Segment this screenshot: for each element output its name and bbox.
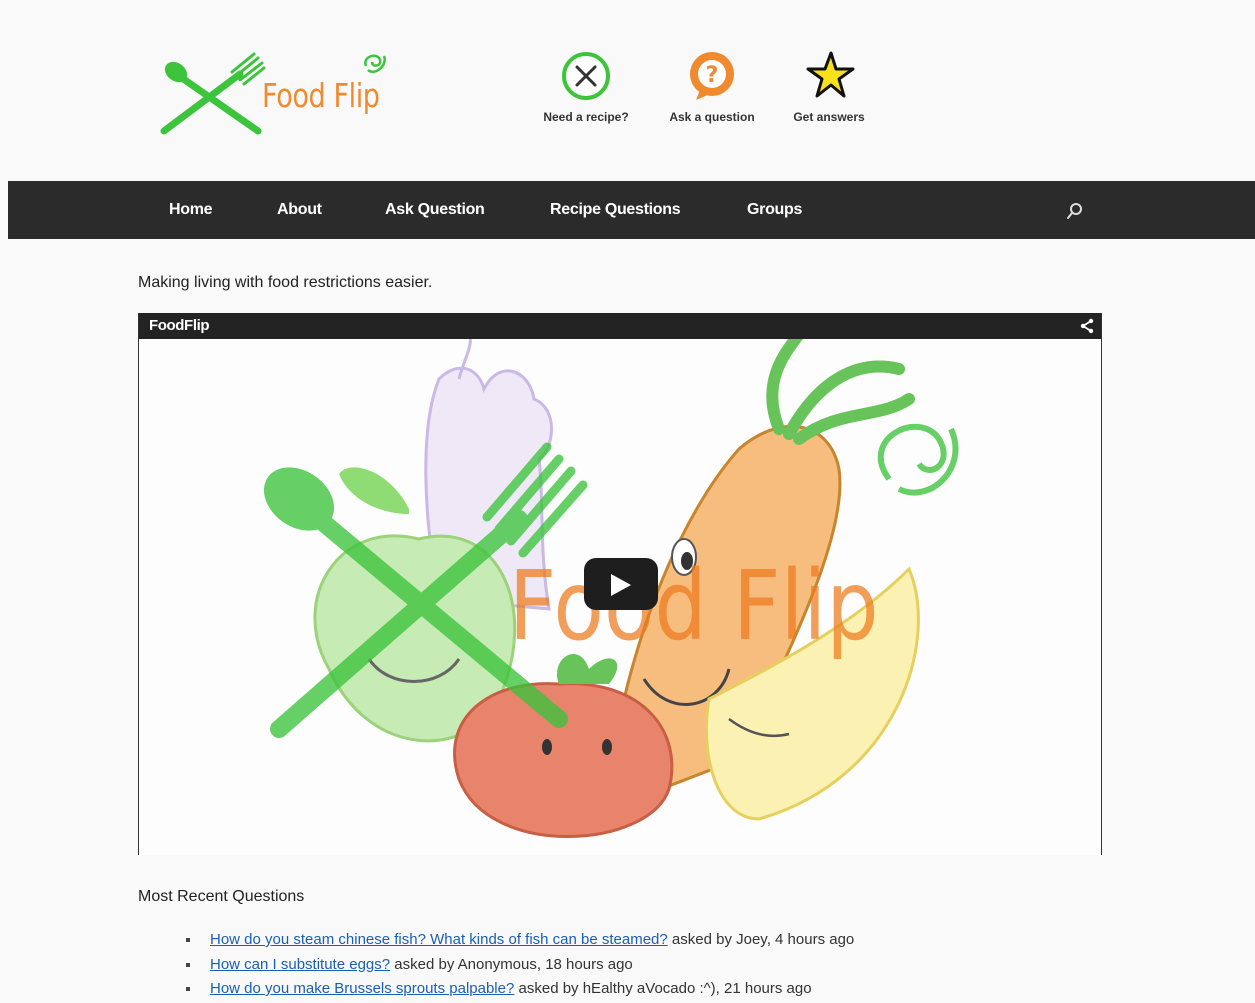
question-meta: asked by Anonymous, 18 hours ago: [394, 955, 633, 973]
video-title-bar: FoodFlip: [139, 313, 1101, 339]
video-watermark-text: Food Flip: [509, 551, 879, 663]
logo-text: Food Flip: [262, 76, 380, 115]
question-link[interactable]: How do you make Brussels sprouts palpabl…: [210, 980, 514, 997]
site-logo[interactable]: Food Flip: [158, 46, 408, 141]
nav-home[interactable]: Home: [169, 181, 213, 239]
swirl-icon: [364, 54, 386, 73]
fork-knife-icon: [560, 50, 612, 102]
feature-label: Ask a question: [669, 110, 755, 124]
nav-ask-question[interactable]: Ask Question: [385, 181, 485, 239]
site-tagline: Making living with food restrictions eas…: [138, 274, 433, 291]
feature-need-recipe[interactable]: Need a recipe?: [531, 50, 641, 124]
recent-questions-list: How do you steam chinese fish? What kind…: [186, 929, 854, 1003]
question-link[interactable]: How can I substitute eggs?: [210, 956, 390, 973]
play-icon: [611, 574, 631, 596]
feature-get-answers[interactable]: Get answers: [774, 50, 884, 124]
feature-ask-question[interactable]: ? Ask a question: [657, 50, 767, 124]
question-list-item: How can I substitute eggs? asked by Anon…: [186, 954, 854, 979]
recent-questions-heading: Most Recent Questions: [138, 888, 305, 905]
main-nav: Home About Ask Question Recipe Questions…: [8, 181, 1255, 239]
nav-recipe-questions[interactable]: Recipe Questions: [550, 181, 681, 239]
question-meta: asked by hEalthy aVocado :^), 21 hours a…: [518, 980, 812, 997]
question-meta: asked by Joey, 4 hours ago: [671, 931, 855, 948]
nav-groups[interactable]: Groups: [747, 181, 802, 239]
video-player[interactable]: FoodFlip Food Flip: [138, 313, 1102, 855]
play-button[interactable]: [584, 558, 658, 610]
star-icon: [803, 50, 855, 102]
question-link[interactable]: How do you steam chinese fish? What kind…: [210, 931, 668, 948]
bullet: [186, 962, 190, 967]
feature-label: Get answers: [793, 110, 865, 124]
question-bubble-icon: ?: [686, 50, 738, 102]
question-list-item: How do you steam chinese fish? What kind…: [186, 929, 854, 954]
question-list-item: How do you make Brussels sprouts palpabl…: [186, 978, 854, 1003]
fork-spoon-logo-icon: [160, 52, 266, 135]
video-title[interactable]: FoodFlip: [149, 317, 210, 334]
search-icon[interactable]: [1065, 201, 1085, 221]
bullet: [186, 987, 190, 991]
share-icon[interactable]: [1079, 318, 1095, 334]
nav-about[interactable]: About: [277, 181, 322, 239]
svg-text:?: ?: [706, 63, 719, 88]
feature-label: Need a recipe?: [543, 110, 629, 124]
bullet: [186, 938, 190, 942]
